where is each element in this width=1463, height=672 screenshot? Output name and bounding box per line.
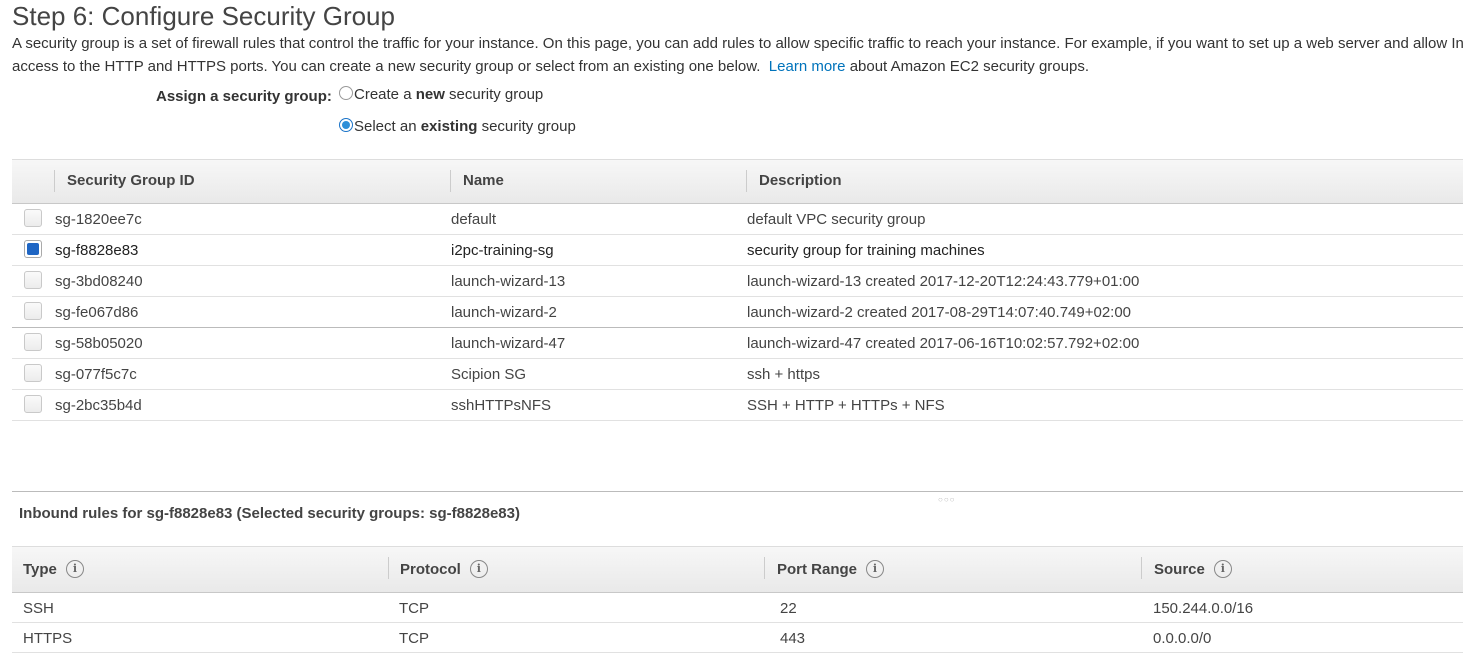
select-existing-sg-label: Select an existing security group: [354, 118, 576, 135]
table-row[interactable]: sg-1820ee7c default default VPC security…: [12, 204, 1463, 235]
security-group-name: i2pc-training-sg: [451, 242, 554, 259]
intro-line-2: access to the HTTP and HTTPS ports. You …: [12, 55, 1463, 78]
row-checkbox[interactable]: [24, 271, 42, 289]
table-row[interactable]: sg-077f5c7c Scipion SG ssh + https: [12, 359, 1463, 390]
column-header-type[interactable]: Type i: [23, 560, 84, 578]
security-group-description: default VPC security group: [747, 211, 926, 228]
select-existing-sg-text-bold: existing: [420, 118, 478, 135]
table-row[interactable]: sg-3bd08240 launch-wizard-13 launch-wiza…: [12, 266, 1463, 297]
create-new-sg-option[interactable]: Create a new security group: [339, 85, 543, 103]
select-existing-sg-radio[interactable]: [339, 117, 353, 132]
security-group-description: launch-wizard-2 created 2017-08-29T14:07…: [747, 304, 1132, 321]
security-group-description: ssh + https: [747, 366, 820, 383]
intro-line-2-text: access to the HTTP and HTTPS ports. You …: [12, 58, 761, 75]
security-group-id: sg-f8828e83: [55, 242, 139, 259]
create-new-sg-label: Create a new security group: [354, 86, 543, 103]
table-header: Security Group ID Name Description: [12, 159, 1463, 204]
create-new-sg-radio[interactable]: [339, 85, 353, 100]
security-group-name: launch-wizard-47: [451, 335, 566, 352]
column-header-protocol[interactable]: Protocol i: [400, 560, 488, 578]
rules-table-header: Type i Protocol i Port Range i Source i: [12, 546, 1463, 593]
table-row[interactable]: sg-58b05020 launch-wizard-47 launch-wiza…: [12, 328, 1463, 359]
column-header-name[interactable]: Name: [463, 172, 504, 189]
pane-splitter[interactable]: [12, 491, 1463, 492]
security-group-name: sshHTTPsNFS: [451, 397, 552, 414]
row-checkbox[interactable]: [24, 395, 42, 413]
security-group-name: launch-wizard-13: [451, 273, 566, 290]
table-row[interactable]: sg-fe067d86 launch-wizard-2 launch-wizar…: [12, 297, 1463, 328]
inbound-rules-table: Type i Protocol i Port Range i Source i SSH …: [12, 546, 1463, 653]
security-group-id: sg-3bd08240: [55, 273, 143, 290]
security-group-description: launch-wizard-47 created 2017-06-16T10:0…: [747, 335, 1140, 352]
intro-text: A security group is a set of firewall ru…: [12, 32, 1463, 78]
column-header-port-range-label: Port Range: [777, 560, 858, 578]
security-group-description: launch-wizard-13 created 2017-12-20T12:2…: [747, 273, 1140, 290]
column-header-protocol-label: Protocol: [400, 560, 461, 578]
column-header-source-label: Source: [1154, 560, 1205, 578]
rule-type: SSH: [23, 600, 54, 617]
rule-port-range: 22: [780, 600, 797, 617]
rule-source: 0.0.0.0/0: [1153, 630, 1212, 647]
rule-protocol: TCP: [399, 630, 429, 647]
create-new-sg-text-post: security group: [444, 86, 544, 103]
column-header-source[interactable]: Source i: [1154, 560, 1232, 578]
table-row: SSH TCP 22 150.244.0.0/16: [12, 593, 1463, 623]
select-existing-sg-text-post: security group: [477, 118, 576, 135]
security-group-name: launch-wizard-2: [451, 304, 557, 321]
column-header-description[interactable]: Description: [759, 172, 842, 189]
security-group-id: sg-58b05020: [55, 335, 143, 352]
create-new-sg-text-pre: Create a: [354, 86, 416, 103]
security-group-id: sg-2bc35b4d: [55, 397, 142, 414]
intro-line-1: A security group is a set of firewall ru…: [12, 35, 1463, 52]
column-separator[interactable]: [1141, 557, 1142, 579]
rule-type: HTTPS: [23, 630, 73, 647]
table-row-selected[interactable]: sg-f8828e83 i2pc-training-sg security gr…: [12, 235, 1463, 266]
info-icon[interactable]: i: [1213, 560, 1232, 578]
security-group-id: sg-1820ee7c: [55, 211, 142, 228]
table-row[interactable]: sg-2bc35b4d sshHTTPsNFS SSH + HTTP + HTT…: [12, 390, 1463, 421]
row-checkbox[interactable]: [24, 333, 42, 351]
column-header-type-label: Type: [23, 560, 57, 578]
security-group-id: sg-077f5c7c: [55, 366, 137, 383]
column-separator[interactable]: [54, 170, 55, 192]
info-icon[interactable]: i: [866, 560, 885, 578]
security-groups-table: Security Group ID Name Description sg-18…: [12, 159, 1463, 421]
create-new-sg-text-bold: new: [415, 86, 445, 103]
column-separator[interactable]: [746, 170, 747, 192]
info-icon[interactable]: i: [65, 560, 84, 578]
column-separator[interactable]: [388, 557, 389, 579]
page-title: Step 6: Configure Security Group: [12, 1, 395, 31]
info-icon[interactable]: i: [469, 560, 488, 578]
column-header-port-range[interactable]: Port Range i: [777, 560, 885, 578]
security-group-description: SSH + HTTP + HTTPs + NFS: [747, 397, 945, 414]
assign-security-group-label: Assign a security group:: [156, 88, 332, 105]
row-checkbox[interactable]: [24, 209, 42, 227]
row-checkbox[interactable]: [24, 364, 42, 382]
learn-more-link[interactable]: Learn more: [769, 58, 846, 75]
rule-source: 150.244.0.0/16: [1153, 600, 1254, 617]
table-row: HTTPS TCP 443 0.0.0.0/0: [12, 623, 1463, 653]
security-group-description: security group for training machines: [747, 242, 985, 259]
security-group-name: Scipion SG: [451, 366, 527, 383]
column-header-security-group-id[interactable]: Security Group ID: [67, 172, 195, 189]
column-separator[interactable]: [764, 557, 765, 579]
security-group-id: sg-fe067d86: [55, 304, 139, 321]
intro-line-2-suffix: about Amazon EC2 security groups.: [849, 58, 1089, 75]
rule-protocol: TCP: [399, 600, 429, 617]
select-existing-sg-text-pre: Select an: [354, 118, 421, 135]
rule-port-range: 443: [780, 630, 806, 647]
inbound-rules-title: Inbound rules for sg-f8828e83 (Selected …: [19, 505, 520, 522]
select-existing-sg-option[interactable]: Select an existing security group: [339, 117, 576, 135]
row-checkbox[interactable]: [24, 302, 42, 320]
splitter-grip-icon[interactable]: ○○○: [938, 495, 956, 504]
row-checkbox-checked[interactable]: [24, 240, 42, 258]
security-group-name: default: [451, 211, 497, 228]
column-separator[interactable]: [450, 170, 451, 192]
